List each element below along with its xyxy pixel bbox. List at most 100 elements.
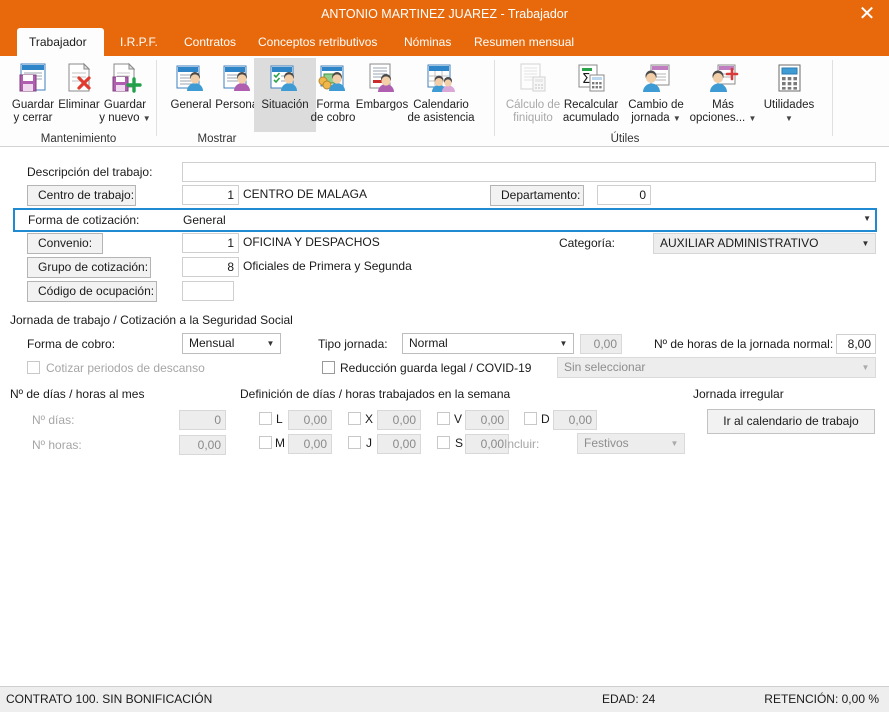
dia-x-input: 0,00: [377, 410, 421, 430]
dia-s-label: S: [455, 436, 464, 450]
dia-d-input: 0,00: [553, 410, 597, 430]
status-retencion: RETENCIÓN: 0,00 %: [764, 692, 879, 706]
form-body: Descripción del trabajo: Centro de traba…: [0, 147, 889, 686]
dia-m-label: M: [275, 436, 285, 450]
dia-m-input: 0,00: [288, 434, 332, 454]
cambio-jornada-button[interactable]: Cambio de jornada ▼: [620, 58, 692, 125]
dia-d-checkbox[interactable]: [524, 412, 537, 425]
chevron-down-icon[interactable]: ▼: [666, 434, 683, 453]
incluir-label: Incluir:: [504, 437, 540, 451]
forma-cobro-select[interactable]: Mensual ▼: [182, 333, 281, 354]
recalcular-acumulado-label: Recalcular acumulado: [562, 99, 620, 124]
departamento-input[interactable]: 0: [597, 185, 651, 205]
ribbon-divider: [832, 60, 833, 136]
tipo-jornada-label: Tipo jornada:: [318, 337, 388, 351]
utilidades-label: Utilidades ▼: [763, 99, 815, 123]
ribbon-group-utiles-caption: Útiles: [610, 133, 640, 145]
chevron-down-icon[interactable]: ▼: [857, 358, 874, 377]
save-and-new-label: Guardar y nuevo ▼: [99, 99, 151, 124]
incluir-select[interactable]: Festivos ▼: [577, 433, 685, 454]
tab-conceptos-retributivos[interactable]: Conceptos retributivos: [246, 28, 389, 56]
tab-irpf[interactable]: I.R.P.F.: [108, 28, 170, 56]
reduccion-guarda-legal-checkbox[interactable]: [322, 361, 335, 374]
convenio-code-input[interactable]: 1: [182, 233, 239, 253]
chevron-down-icon[interactable]: ▼: [857, 234, 874, 253]
horas-jornada-normal-label: Nº de horas de la jornada normal:: [654, 337, 834, 351]
mas-opciones-button[interactable]: Más opciones... ▼: [687, 58, 759, 125]
worker-situation-window: ANTONIO MARTINEZ JUAREZ - Trabajador ✕ T…: [0, 0, 889, 712]
dia-x-label: X: [365, 412, 374, 426]
cotizar-descanso-checkbox[interactable]: [27, 361, 40, 374]
convenio-button[interactable]: Convenio:: [27, 233, 103, 254]
codigo-ocupacion-input[interactable]: [182, 281, 234, 301]
dia-v-label: V: [454, 412, 463, 426]
mas-opciones-label: Más opciones... ▼: [689, 99, 757, 124]
centro-trabajo-button[interactable]: Centro de trabajo:: [27, 185, 136, 206]
forma-cobro-label: Forma de cobro:: [27, 337, 116, 351]
close-icon[interactable]: ✕: [845, 0, 889, 28]
workday-change-icon: [620, 60, 692, 96]
status-contrato: CONTRATO 100. SIN BONIFICACIÓN: [6, 692, 213, 706]
svg-text:Σ: Σ: [582, 72, 590, 87]
grupo-cotizacion-code-input[interactable]: 8: [182, 257, 239, 277]
categoria-select[interactable]: AUXILIAR ADMINISTRATIVO ▼: [653, 233, 876, 254]
chevron-down-icon[interactable]: ▼: [863, 214, 871, 223]
forma-cotizacion-value: General: [183, 213, 226, 227]
ribbon-group-mostrar-caption: Mostrar: [197, 133, 237, 145]
chevron-down-icon[interactable]: ▼: [785, 114, 793, 123]
cotizar-descanso-label: Cotizar periodos de descanso: [46, 361, 205, 375]
centro-trabajo-name: CENTRO DE MALAGA: [243, 187, 368, 201]
calendario-asistencia-label: Calendario de asistencia: [407, 99, 475, 124]
dia-m-checkbox[interactable]: [259, 436, 272, 449]
dia-v-checkbox[interactable]: [437, 412, 450, 425]
num-dias-input: 0: [179, 410, 226, 430]
title-bar: ANTONIO MARTINEZ JUAREZ - Trabajador ✕: [0, 0, 889, 28]
utilidades-button[interactable]: Utilidades ▼: [753, 58, 825, 125]
dia-j-input: 0,00: [377, 434, 421, 454]
dia-j-checkbox[interactable]: [348, 436, 361, 449]
reduccion-guarda-legal-select[interactable]: Sin seleccionar ▼: [557, 357, 876, 378]
tab-nominas[interactable]: Nóminas: [392, 28, 463, 56]
calendario-asistencia-button[interactable]: Calendario de asistencia: [405, 58, 477, 125]
categoria-value: AUXILIAR ADMINISTRATIVO: [660, 236, 819, 250]
embargos-button[interactable]: Embargos: [351, 58, 413, 112]
dia-x-checkbox[interactable]: [348, 412, 361, 425]
save-and-new-button[interactable]: Guardar y nuevo ▼: [94, 58, 156, 125]
tab-resumen-mensual[interactable]: Resumen mensual: [462, 28, 586, 56]
grupo-cotizacion-name: Oficiales de Primera y Segunda: [243, 259, 412, 273]
codigo-ocupacion-button[interactable]: Código de ocupación:: [27, 281, 157, 302]
descripcion-trabajo-input[interactable]: [182, 162, 876, 182]
dia-l-label: L: [276, 412, 283, 426]
recalcular-acumulado-button[interactable]: Σ Recalcular acumulado: [555, 58, 627, 125]
num-dias-label: Nº días:: [32, 413, 75, 427]
horas-jornada-normal-input[interactable]: 8,00: [836, 334, 876, 354]
chevron-down-icon[interactable]: ▼: [673, 114, 681, 123]
num-horas-label: Nº horas:: [32, 438, 82, 452]
ribbon-toolbar: Guardar y cerrar Eliminar Guardar y nuev…: [0, 56, 889, 147]
semana-section-title: Definición de días / horas trabajados en…: [240, 387, 511, 401]
ir-calendario-trabajo-button[interactable]: Ir al calendario de trabajo: [707, 409, 875, 434]
dia-j-label: J: [366, 436, 372, 450]
convenio-name: OFICINA Y DESPACHOS: [243, 235, 380, 249]
forma-cotizacion-row[interactable]: Forma de cotización: General ▼: [13, 208, 877, 232]
departamento-button[interactable]: Departamento:: [490, 185, 584, 206]
centro-trabajo-code-input[interactable]: 1: [182, 185, 239, 205]
chevron-down-icon[interactable]: ▼: [143, 114, 151, 123]
tipo-jornada-select[interactable]: Normal ▼: [402, 333, 574, 354]
reduccion-guarda-legal-value: Sin seleccionar: [564, 360, 646, 374]
attendance-calendar-icon: [405, 60, 477, 96]
garnishment-icon: [351, 60, 413, 96]
grupo-cotizacion-button[interactable]: Grupo de cotización:: [27, 257, 151, 278]
tipo-jornada-value: Normal: [409, 336, 448, 350]
categoria-label: Categoría:: [558, 236, 615, 250]
dia-l-input: 0,00: [288, 410, 332, 430]
dia-l-checkbox[interactable]: [259, 412, 272, 425]
embargos-label: Embargos: [355, 99, 409, 111]
dia-s-checkbox[interactable]: [437, 436, 450, 449]
chevron-down-icon[interactable]: ▼: [555, 334, 572, 353]
dia-d-label: D: [541, 412, 550, 426]
descripcion-trabajo-label: Descripción del trabajo:: [27, 165, 153, 179]
tab-contratos[interactable]: Contratos: [172, 28, 248, 56]
tab-trabajador[interactable]: Trabajador: [17, 28, 104, 56]
chevron-down-icon[interactable]: ▼: [262, 334, 279, 353]
